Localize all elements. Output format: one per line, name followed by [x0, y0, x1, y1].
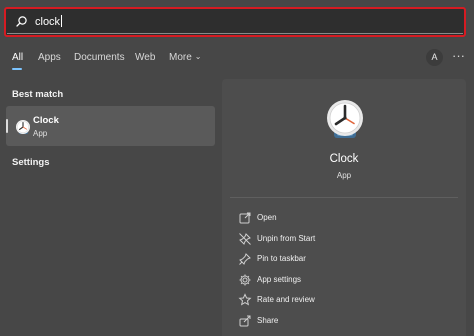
settings-heading: Settings [12, 157, 50, 168]
tab-documents[interactable]: Documents [74, 52, 125, 63]
detail-subtitle: App [336, 171, 352, 180]
action-rate-and-review[interactable]: Rate and review [222, 291, 466, 309]
gear-icon [238, 273, 252, 287]
open-icon [238, 211, 252, 225]
search-query: clock [35, 16, 61, 28]
text-caret [61, 15, 63, 27]
action-share-label: Share [257, 316, 279, 325]
action-pin-to-taskbar[interactable]: Pin to taskbar [222, 250, 466, 268]
share-icon [238, 314, 252, 328]
detail-panel: Clock App Open Unpin from Start Pin to t… [222, 79, 466, 336]
tab-more-label: More [169, 52, 192, 63]
tab-more[interactable]: More ⌄ [169, 52, 202, 63]
account-avatar[interactable]: A [426, 49, 443, 66]
star-icon [238, 293, 252, 307]
selection-indicator [6, 119, 8, 133]
detail-title: Clock [329, 153, 359, 165]
action-rate-label: Rate and review [257, 295, 315, 304]
active-tab-indicator [12, 68, 22, 70]
tab-web[interactable]: Web [135, 52, 155, 63]
tab-apps[interactable]: Apps [38, 52, 61, 63]
action-app-settings[interactable]: App settings [222, 271, 466, 289]
search-input[interactable]: clock [35, 15, 63, 29]
best-match-subtitle: App [33, 129, 48, 138]
action-pin-label: Pin to taskbar [257, 254, 306, 263]
search-box-inner [7, 10, 463, 34]
tab-all[interactable]: All [12, 52, 23, 63]
action-app-settings-label: App settings [257, 275, 302, 284]
chevron-down-icon: ⌄ [194, 52, 202, 61]
best-match-heading: Best match [12, 89, 64, 100]
search-box[interactable]: clock [4, 7, 466, 37]
action-open-label: Open [257, 213, 277, 222]
best-match-result[interactable]: Clock App [6, 106, 215, 146]
best-match-title: Clock [33, 115, 59, 126]
action-open[interactable]: Open [222, 209, 466, 227]
pin-icon [238, 252, 252, 266]
action-unpin-from-start[interactable]: Unpin from Start [222, 230, 466, 248]
action-share[interactable]: Share [222, 312, 466, 330]
clock-app-icon [325, 98, 365, 140]
detail-divider [230, 197, 458, 198]
clock-icon [15, 119, 31, 135]
more-options-icon[interactable]: ··· [452, 48, 465, 63]
search-icon [15, 15, 29, 29]
action-unpin-label: Unpin from Start [257, 234, 316, 243]
filter-tabs: All Apps Documents Web More ⌄ [0, 46, 474, 70]
unpin-icon [238, 232, 252, 246]
